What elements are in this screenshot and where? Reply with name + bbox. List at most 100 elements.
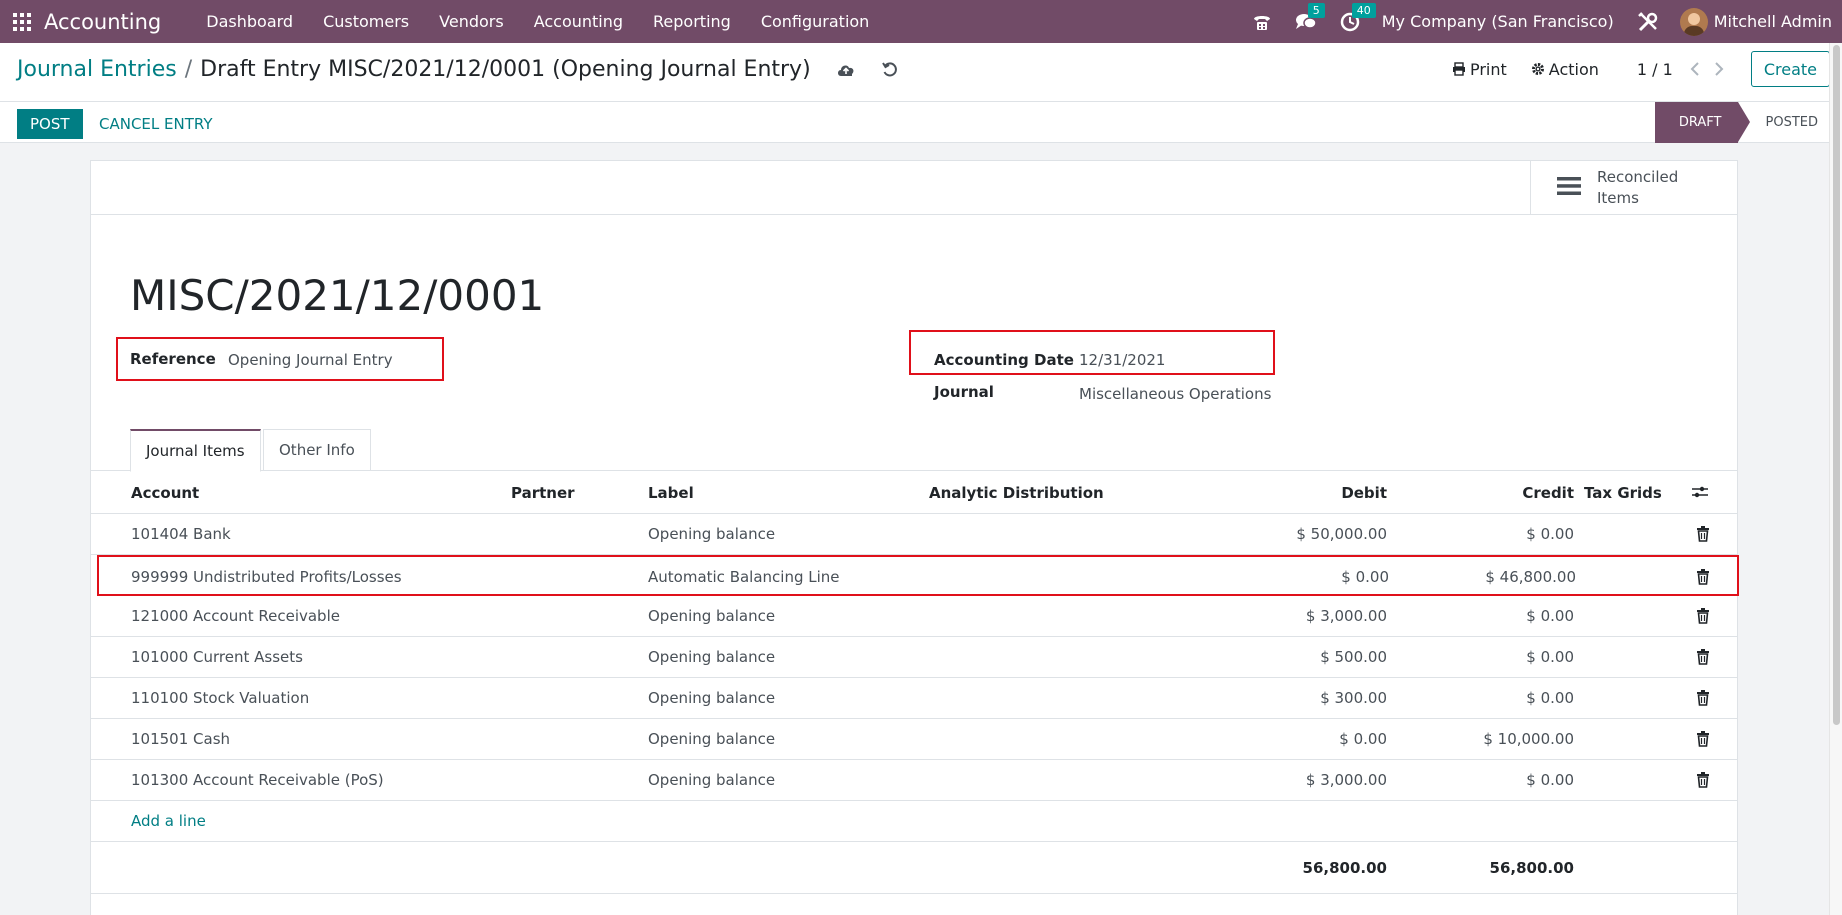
row-account[interactable]: 121000 Account Receivable [131,607,340,625]
menu-configuration[interactable]: Configuration [746,12,885,31]
app-brand[interactable]: Accounting [44,10,161,34]
table-row[interactable]: 101501 Cash Opening balance $ 0.00 $ 10,000… [91,719,1737,760]
apps-menu-icon[interactable] [12,12,32,32]
row-account[interactable]: 101300 Account Receivable (PoS) [131,771,384,789]
debug-tools-icon[interactable] [1626,0,1670,43]
table-row[interactable]: 121000 Account Receivable Opening balance… [91,596,1737,637]
journal-label: Journal [934,383,994,401]
menu-dashboard[interactable]: Dashboard [191,12,308,31]
activities-icon[interactable]: 40 [1328,0,1376,43]
row-credit[interactable]: $ 0.00 [1526,525,1574,543]
row-credit[interactable]: $ 0.00 [1526,689,1574,707]
row-account[interactable]: 110100 Stock Valuation [131,689,309,707]
notebook-tabs: Journal Items Other Info [91,429,1737,472]
action-button[interactable]: Action [1531,60,1599,79]
row-account[interactable]: 999999 Undistributed Profits/Losses [131,568,402,586]
table-row[interactable]: 999999 Undistributed Profits/Losses Autom… [97,555,1739,596]
row-debit[interactable]: $ 0.00 [1341,568,1389,586]
row-debit[interactable]: $ 500.00 [1320,648,1387,666]
delete-row-trash-icon[interactable] [1696,772,1710,788]
table-header: Account Partner Label Analytic Distribut… [91,472,1737,514]
status-posted[interactable]: POSTED [1738,102,1842,143]
table-row[interactable]: 110100 Stock Valuation Opening balance $ 3… [91,678,1737,719]
delete-row-trash-icon[interactable] [1696,526,1710,542]
table-row[interactable]: 101000 Current Assets Opening balance $ 50… [91,637,1737,678]
menu-accounting[interactable]: Accounting [519,12,638,31]
column-credit[interactable]: Credit [1522,484,1574,502]
post-button[interactable]: POST [17,109,83,139]
row-debit[interactable]: $ 0.00 [1339,730,1387,748]
row-account[interactable]: 101404 Bank [131,525,231,543]
breadcrumb-current: Draft Entry MISC/2021/12/0001 (Opening J… [200,57,811,82]
save-cloud-icon[interactable] [835,59,857,81]
accounting-date-field[interactable]: 12/31/2021 [1079,351,1165,369]
row-account[interactable]: 101501 Cash [131,730,230,748]
delete-row-trash-icon[interactable] [1696,731,1710,747]
row-debit[interactable]: $ 3,000.00 [1306,771,1387,789]
delete-row-trash-icon[interactable] [1696,569,1710,585]
pager-previous-icon[interactable] [1683,57,1707,81]
smart-button-box: Reconciled Items [91,161,1737,215]
row-credit[interactable]: $ 46,800.00 [1485,568,1576,586]
user-menu[interactable]: Mitchell Admin [1714,12,1832,31]
breadcrumb-journal-entries[interactable]: Journal Entries [17,57,177,82]
column-analytic-distribution[interactable]: Analytic Distribution [929,484,1104,502]
accounting-date-label: Accounting Date [934,351,1074,369]
menu-customers[interactable]: Customers [308,12,424,31]
row-credit[interactable]: $ 0.00 [1526,648,1574,666]
delete-row-trash-icon[interactable] [1696,649,1710,665]
column-partner[interactable]: Partner [511,484,575,502]
row-label[interactable]: Automatic Balancing Line [648,568,840,586]
company-switcher[interactable]: My Company (San Francisco) [1382,12,1614,31]
row-label[interactable]: Opening balance [648,648,775,666]
tab-journal-items[interactable]: Journal Items [130,429,261,472]
delete-row-trash-icon[interactable] [1696,690,1710,706]
pager-value[interactable]: 1 / 1 [1637,60,1673,79]
user-avatar[interactable] [1679,7,1708,36]
print-button[interactable]: Print [1452,60,1507,79]
page-scrollbar[interactable] [1829,43,1842,915]
add-line-link[interactable]: Add a line [131,812,206,830]
column-account[interactable]: Account [131,484,199,502]
menu-reporting[interactable]: Reporting [638,12,746,31]
list-bars-icon [1557,176,1581,200]
row-credit[interactable]: $ 0.00 [1526,607,1574,625]
row-debit[interactable]: $ 300.00 [1320,689,1387,707]
row-label[interactable]: Opening balance [648,525,775,543]
tab-other-info[interactable]: Other Info [263,429,371,471]
record-title: MISC/2021/12/0001 [130,271,545,320]
reference-field[interactable]: Opening Journal Entry [228,351,393,369]
row-label[interactable]: Opening balance [648,607,775,625]
phone-icon[interactable] [1240,0,1284,43]
optional-columns-toggle-icon[interactable] [1691,484,1709,504]
table-row[interactable]: 101300 Account Receivable (PoS) Opening b… [91,760,1737,801]
table-row[interactable]: 101404 Bank Opening balance $ 50,000.00 $ 0… [91,514,1737,555]
delete-row-trash-icon[interactable] [1696,608,1710,624]
row-label[interactable]: Opening balance [648,689,775,707]
row-debit[interactable]: $ 3,000.00 [1306,607,1387,625]
cancel-entry-button[interactable]: CANCEL ENTRY [99,109,213,139]
column-debit[interactable]: Debit [1341,484,1387,502]
form-sheet: Reconciled Items MISC/2021/12/0001 Refer… [90,160,1739,915]
gear-icon [1531,63,1544,75]
reconciled-items-button[interactable]: Reconciled Items [1530,161,1737,215]
scrollbar-thumb[interactable] [1833,45,1840,725]
create-button[interactable]: Create [1750,51,1830,87]
action-label: Action [1548,59,1599,79]
row-debit[interactable]: $ 50,000.00 [1296,525,1387,543]
breadcrumb: Journal Entries / Draft Entry MISC/2021/… [17,57,901,82]
row-credit[interactable]: $ 0.00 [1526,771,1574,789]
journal-field[interactable]: Miscellaneous Operations [1079,385,1271,403]
status-draft[interactable]: DRAFT [1654,102,1750,143]
discard-undo-icon[interactable] [879,59,901,81]
pager-next-icon[interactable] [1707,57,1731,81]
row-account[interactable]: 101000 Current Assets [131,648,303,666]
row-credit[interactable]: $ 10,000.00 [1483,730,1574,748]
messages-icon[interactable]: 5 [1284,0,1328,43]
column-label[interactable]: Label [648,484,694,502]
menu-vendors[interactable]: Vendors [424,12,519,31]
row-label[interactable]: Opening balance [648,771,775,789]
table-body: 101404 Bank Opening balance $ 50,000.00 $ 0… [91,514,1739,801]
column-tax-grids[interactable]: Tax Grids [1584,484,1662,502]
row-label[interactable]: Opening balance [648,730,775,748]
